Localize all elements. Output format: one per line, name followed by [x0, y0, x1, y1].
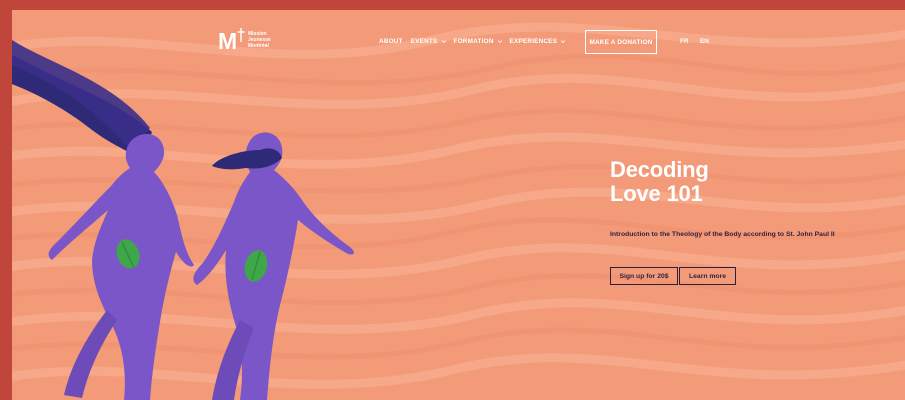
nav-item-label: EVENTS	[410, 38, 438, 45]
site-logo[interactable]: M Mission Jeunesse Montréal	[218, 28, 271, 54]
logo-mark: M	[218, 28, 245, 54]
hero-section: M Mission Jeunesse Montréal ABOUT EVENTS…	[12, 10, 905, 400]
main-nav: ABOUT EVENTS FORMATION EXPERIENCES	[379, 38, 573, 45]
learn-more-button[interactable]: Learn more	[679, 267, 736, 285]
signup-button[interactable]: Sign up for 20$	[610, 267, 678, 285]
lang-fr-link[interactable]: FR	[680, 38, 689, 45]
man-figure	[193, 132, 354, 400]
logo-line-3: Montréal	[248, 43, 269, 49]
nav-item-formation[interactable]: FORMATION	[454, 38, 502, 45]
cross-icon	[237, 28, 245, 42]
hero-subtitle: Introduction to the Theology of the Body…	[610, 231, 835, 238]
site-header: M Mission Jeunesse Montréal ABOUT EVENTS…	[12, 10, 905, 70]
chevron-down-icon	[441, 40, 446, 43]
chevron-down-icon	[561, 40, 566, 43]
woman-figure	[48, 134, 195, 400]
chevron-down-icon	[497, 40, 502, 43]
nav-item-events[interactable]: EVENTS	[411, 38, 446, 45]
donate-button[interactable]: MAKE A DONATION	[585, 30, 657, 54]
logo-wordmark: Mission Jeunesse Montréal	[248, 31, 271, 49]
hero-title-line-2: Love 101	[610, 181, 703, 206]
hero-title: Decoding Love 101	[610, 158, 709, 206]
nav-item-experiences[interactable]: EXPERIENCES	[510, 38, 566, 45]
logo-letter: M	[218, 28, 238, 54]
nav-item-label: ABOUT	[379, 38, 403, 45]
nav-item-label: EXPERIENCES	[509, 38, 558, 45]
nav-item-label: FORMATION	[453, 38, 494, 45]
nav-item-about[interactable]: ABOUT	[379, 38, 403, 45]
lang-en-link[interactable]: EN	[700, 38, 709, 45]
hero-title-line-1: Decoding	[610, 157, 709, 182]
